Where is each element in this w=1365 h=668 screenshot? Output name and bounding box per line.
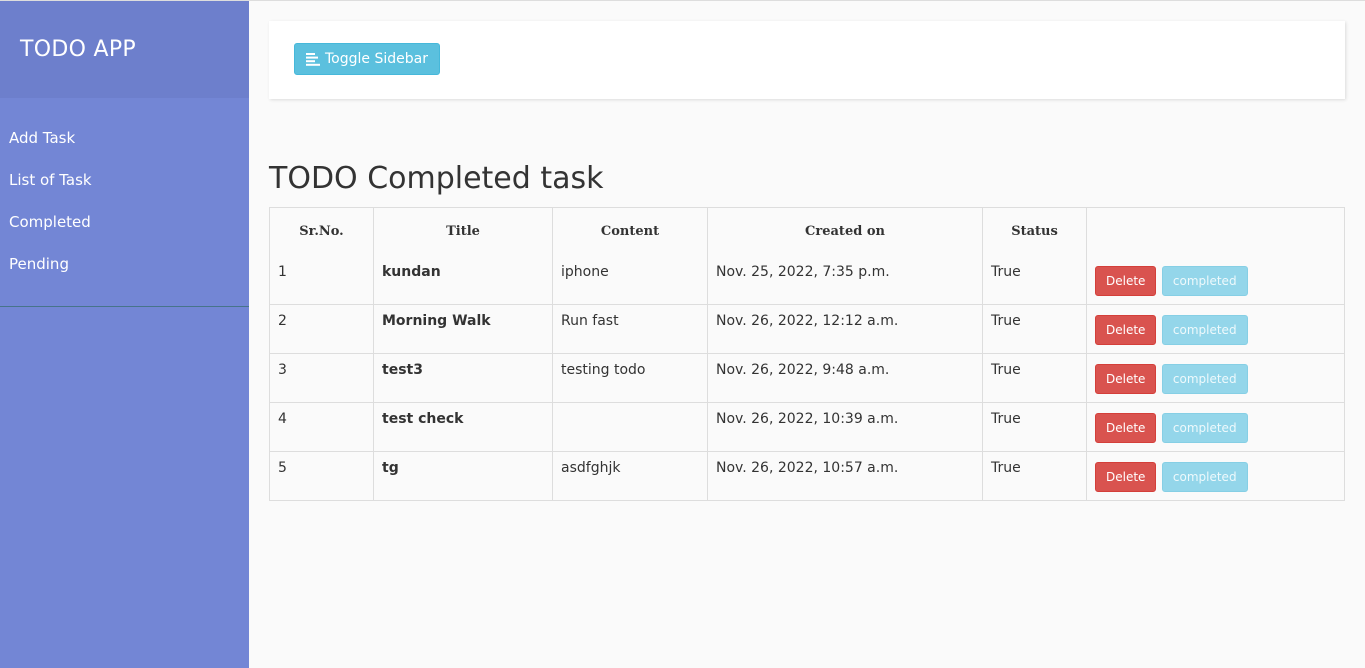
delete-button[interactable]: Delete — [1095, 363, 1157, 394]
cell-title: Morning Walk — [373, 303, 553, 354]
cell-sr-no: 2 — [269, 303, 374, 354]
top-navbar: Toggle Sidebar — [269, 21, 1345, 99]
column-header-sr-no: Sr.No. — [269, 207, 374, 256]
cell-created-on: Nov. 26, 2022, 10:57 a.m. — [707, 450, 983, 501]
table-header-row: Sr.No. Title Content Created on Status — [269, 207, 1345, 256]
column-header-title: Title — [373, 207, 553, 256]
cell-content — [552, 401, 708, 452]
cell-created-on: Nov. 25, 2022, 7:35 p.m. — [707, 255, 983, 305]
column-header-status: Status — [982, 207, 1087, 256]
cell-title: test3 — [373, 352, 553, 403]
toggle-sidebar-button[interactable]: Toggle Sidebar — [294, 43, 440, 75]
table-row: 1 kundan iphone Nov. 25, 2022, 7:35 p.m.… — [269, 255, 1345, 305]
cell-actions: Delete completed — [1086, 450, 1345, 501]
cell-title: kundan — [373, 255, 553, 305]
cell-content: testing todo — [552, 352, 708, 403]
cell-sr-no: 4 — [269, 401, 374, 452]
align-left-icon — [306, 52, 320, 66]
cell-content: iphone — [552, 255, 708, 305]
cell-created-on: Nov. 26, 2022, 9:48 a.m. — [707, 352, 983, 403]
column-header-created-on: Created on — [707, 207, 983, 256]
table-row: 3 test3 testing todo Nov. 26, 2022, 9:48… — [269, 352, 1345, 403]
cell-title: test check — [373, 401, 553, 452]
cell-sr-no: 3 — [269, 352, 374, 403]
sidebar-header: TODO APP — [0, 1, 249, 98]
cell-created-on: Nov. 26, 2022, 12:12 a.m. — [707, 303, 983, 354]
completed-button[interactable]: completed — [1161, 363, 1248, 394]
cell-status: True — [982, 352, 1087, 403]
page-title: TODO Completed task — [269, 161, 604, 196]
sidebar-item-list-of-task[interactable]: List of Task — [0, 159, 249, 201]
sidebar-menu: Add Task List of Task Completed Pending — [0, 98, 249, 307]
delete-button[interactable]: Delete — [1095, 265, 1157, 296]
completed-button[interactable]: completed — [1161, 461, 1248, 492]
cell-content: Run fast — [552, 303, 708, 354]
completed-button[interactable]: completed — [1161, 314, 1248, 345]
cell-status: True — [982, 255, 1087, 305]
cell-content: asdfghjk — [552, 450, 708, 501]
cell-actions: Delete completed — [1086, 352, 1345, 403]
cell-actions: Delete completed — [1086, 255, 1345, 305]
delete-button[interactable]: Delete — [1095, 461, 1157, 492]
table-row: 5 tg asdfghjk Nov. 26, 2022, 10:57 a.m. … — [269, 450, 1345, 501]
table-row: 2 Morning Walk Run fast Nov. 26, 2022, 1… — [269, 303, 1345, 354]
cell-title: tg — [373, 450, 553, 501]
column-header-content: Content — [552, 207, 708, 256]
cell-actions: Delete completed — [1086, 303, 1345, 354]
cell-status: True — [982, 401, 1087, 452]
sidebar: TODO APP Add Task List of Task Completed… — [0, 1, 249, 668]
sidebar-item-add-task[interactable]: Add Task — [0, 117, 249, 159]
completed-button[interactable]: completed — [1161, 412, 1248, 443]
cell-status: True — [982, 450, 1087, 501]
sidebar-item-completed[interactable]: Completed — [0, 201, 249, 243]
cell-status: True — [982, 303, 1087, 354]
delete-button[interactable]: Delete — [1095, 412, 1157, 443]
completed-button[interactable]: completed — [1161, 265, 1248, 296]
tasks-table: Sr.No. Title Content Created on Status 1… — [269, 207, 1345, 501]
delete-button[interactable]: Delete — [1095, 314, 1157, 345]
cell-created-on: Nov. 26, 2022, 10:39 a.m. — [707, 401, 983, 452]
sidebar-item-pending[interactable]: Pending — [0, 243, 249, 285]
toggle-sidebar-label: Toggle Sidebar — [325, 51, 428, 67]
main-content: Toggle Sidebar TODO Completed task Sr.No… — [249, 1, 1365, 668]
column-header-actions — [1086, 207, 1345, 256]
cell-sr-no: 1 — [269, 255, 374, 305]
table-row: 4 test check Nov. 26, 2022, 10:39 a.m. T… — [269, 401, 1345, 452]
cell-sr-no: 5 — [269, 450, 374, 501]
cell-actions: Delete completed — [1086, 401, 1345, 452]
app-title: TODO APP — [20, 37, 136, 62]
